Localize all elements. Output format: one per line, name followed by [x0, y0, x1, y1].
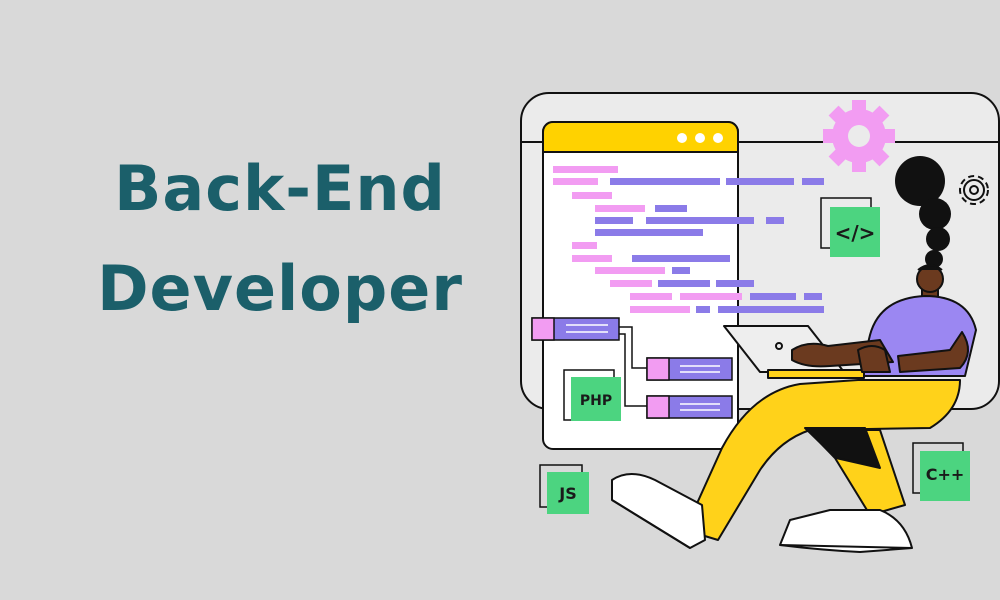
- js-label: JS: [558, 484, 576, 503]
- cpp-badge: C++: [912, 442, 970, 501]
- developer-illustration: </> PHP JS C++: [520, 92, 1000, 553]
- php-badge: PHP: [563, 369, 621, 421]
- code-tag-icon: </>: [835, 221, 876, 245]
- window-dots-icon: [677, 133, 723, 143]
- gear-icon: [823, 100, 895, 172]
- cpp-label: C++: [926, 465, 965, 484]
- js-badge: JS: [539, 464, 589, 514]
- php-label: PHP: [580, 393, 612, 409]
